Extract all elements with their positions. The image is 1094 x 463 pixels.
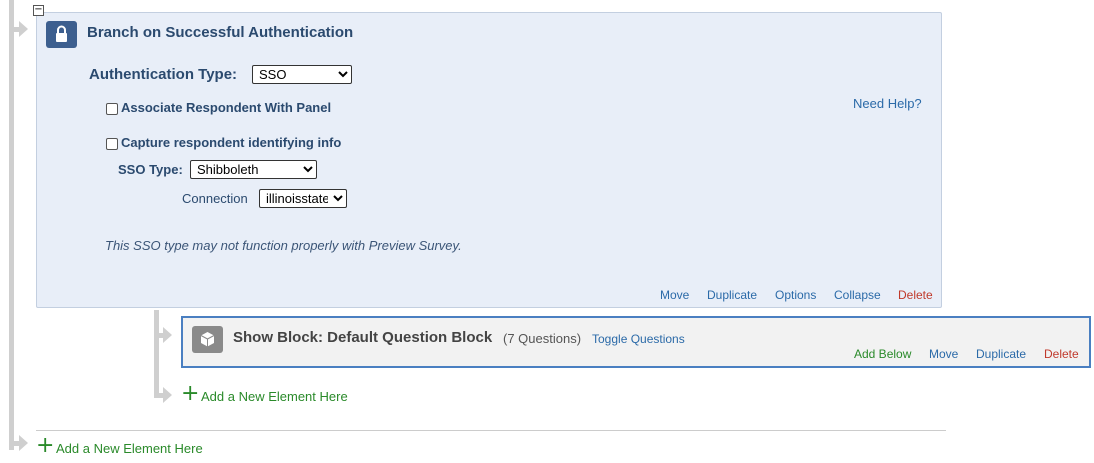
flow-arrow-icon	[163, 387, 172, 403]
branch-collapse-link[interactable]: Collapse	[834, 288, 881, 302]
flow-line-outer	[9, 0, 14, 450]
connection-label: Connection	[182, 191, 248, 206]
cube-icon	[192, 326, 223, 353]
flow-arrow-icon	[163, 327, 172, 343]
flow-connector-add-inner	[154, 393, 163, 398]
branch-title: Branch on Successful Authentication	[87, 24, 354, 41]
lock-icon	[46, 21, 77, 48]
separator	[36, 430, 946, 431]
block-delete-link[interactable]: Delete	[1044, 347, 1079, 361]
need-help-link[interactable]: Need Help?	[853, 96, 922, 111]
branch-delete-link[interactable]: Delete	[898, 288, 933, 302]
flow-arrow-icon	[19, 21, 28, 37]
add-element-inner-link[interactable]: Add a New Element Here	[201, 389, 348, 404]
flow-connector-add-outer	[9, 441, 19, 446]
block-move-link[interactable]: Move	[929, 347, 958, 361]
sso-type-select[interactable]: Shibboleth	[190, 160, 317, 179]
capture-label: Capture respondent identifying info	[121, 135, 342, 150]
branch-duplicate-link[interactable]: Duplicate	[707, 288, 757, 302]
preview-warning-note: This SSO type may not function properly …	[105, 238, 462, 253]
block-duplicate-link[interactable]: Duplicate	[976, 347, 1026, 361]
add-element-outer-link[interactable]: Add a New Element Here	[56, 441, 203, 456]
associate-checkbox[interactable]	[106, 103, 118, 115]
auth-type-select[interactable]: SSO	[252, 65, 352, 84]
block-add-below-link[interactable]: Add Below	[854, 347, 911, 361]
block-title: Show Block: Default Question Block	[233, 329, 493, 346]
branch-options-link[interactable]: Options	[775, 288, 816, 302]
capture-checkbox[interactable]	[106, 138, 118, 150]
collapse-minus-icon[interactable]: −	[33, 5, 44, 16]
plus-icon[interactable]: +	[181, 383, 199, 405]
toggle-questions-link[interactable]: Toggle Questions	[592, 332, 685, 346]
associate-label: Associate Respondent With Panel	[121, 100, 332, 115]
plus-icon[interactable]: +	[36, 435, 54, 457]
block-question-count: (7 Questions)	[503, 331, 582, 346]
flow-line-inner	[154, 310, 159, 398]
flow-connector-block	[154, 333, 163, 338]
sso-type-label: SSO Type:	[118, 162, 183, 177]
auth-type-label: Authentication Type:	[89, 66, 238, 83]
branch-move-link[interactable]: Move	[660, 288, 689, 302]
flow-connector-branch	[9, 27, 19, 32]
branch-panel	[36, 12, 942, 308]
connection-select[interactable]: illinoisstate	[259, 189, 347, 208]
flow-arrow-icon	[19, 435, 28, 451]
